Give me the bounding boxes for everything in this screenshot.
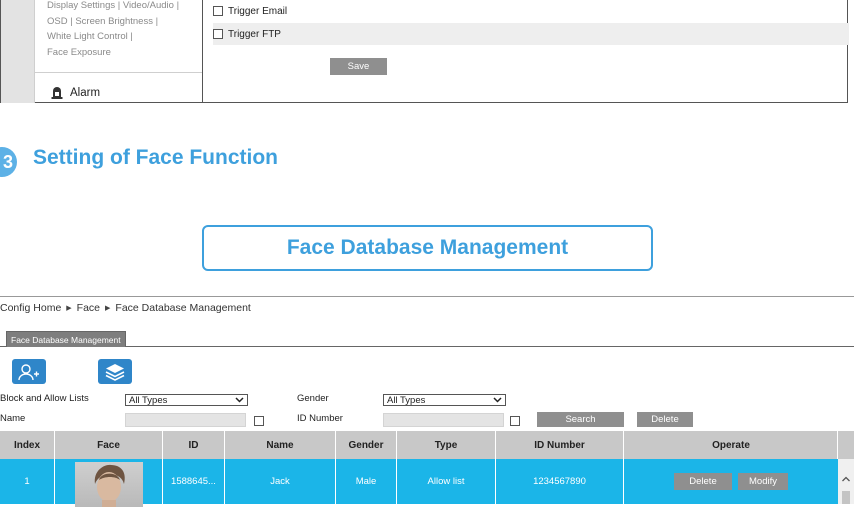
trigger-ftp-checkbox[interactable] — [213, 29, 223, 39]
name-checkbox[interactable] — [254, 416, 264, 426]
divider — [0, 346, 854, 347]
divider — [202, 0, 203, 103]
divider — [35, 72, 203, 73]
sidebar-item-label: Alarm — [70, 86, 101, 99]
divider — [224, 459, 225, 504]
cell-id-number: 1234567890 — [533, 476, 586, 487]
divider — [495, 431, 496, 459]
chevron-up-icon[interactable] — [838, 471, 854, 487]
search-button[interactable]: Search — [537, 412, 624, 427]
cell-id: 1588645... — [171, 476, 216, 487]
cell-index: 1 — [24, 476, 30, 487]
chevron-down-icon — [235, 397, 244, 403]
gender-label: Gender — [297, 393, 329, 404]
section-title: Setting of Face Function — [33, 146, 278, 169]
column-header: Name — [266, 439, 294, 451]
divider — [495, 459, 496, 504]
sidebar-submenu: Display Settings | Video/Audio | OSD | S… — [47, 0, 203, 60]
table-row[interactable]: 1 1588645... Jack Male Allow list 123456… — [0, 459, 838, 507]
face-thumbnail[interactable] — [74, 461, 143, 507]
bulk-import-button[interactable] — [98, 359, 132, 384]
gender-select[interactable]: All Types — [383, 394, 506, 406]
option-trigger-email[interactable]: Trigger Email — [213, 0, 849, 22]
divider — [623, 431, 624, 459]
divider — [54, 459, 55, 504]
sidebar-submenu-line[interactable]: Display Settings | Video/Audio | — [47, 0, 203, 14]
scrollbar-thumb[interactable] — [842, 491, 850, 504]
column-header: Face — [97, 439, 120, 451]
divider — [162, 431, 163, 459]
add-face-button[interactable] — [12, 359, 46, 384]
divider — [0, 296, 854, 297]
sidebar-submenu-line[interactable]: Face Exposure — [47, 45, 203, 61]
alarm-icon — [51, 87, 63, 99]
triangle-right-icon: ▶ — [66, 305, 72, 312]
divider — [335, 459, 336, 504]
feature-title: Face Database Management — [286, 236, 569, 259]
name-input[interactable] — [125, 413, 246, 427]
breadcrumb-item[interactable]: Config Home — [0, 302, 61, 314]
divider — [34, 0, 35, 103]
breadcrumb-item[interactable]: Face — [77, 302, 100, 314]
select-value: All Types — [129, 394, 168, 406]
feature-title-box: Face Database Management — [202, 225, 653, 271]
tab-face-database-management[interactable]: Face Database Management — [6, 331, 126, 347]
table-header: Index Face ID Name Gender Type ID Number… — [0, 431, 854, 459]
breadcrumb-item: Face Database Management — [115, 302, 251, 314]
divider — [162, 459, 163, 504]
add-user-icon — [18, 363, 39, 380]
column-header: Gender — [348, 439, 384, 451]
select-value: All Types — [387, 394, 426, 406]
config-panel: Display Settings | Video/Audio | OSD | S… — [0, 0, 849, 103]
layers-icon — [105, 363, 125, 381]
divider — [396, 459, 397, 504]
divider — [396, 431, 397, 459]
section-number-badge: 3 — [0, 147, 17, 177]
breadcrumb: Config Home ▶ Face ▶ Face Database Manag… — [0, 302, 251, 314]
name-label: Name — [0, 413, 26, 424]
cell-face — [55, 459, 162, 507]
save-button[interactable]: Save — [330, 58, 387, 75]
column-header: ID Number — [534, 439, 585, 451]
list-type-select[interactable]: All Types — [125, 394, 248, 406]
face-photo-icon — [94, 464, 125, 507]
chevron-down-icon — [493, 397, 502, 403]
id-number-label: ID Number — [297, 413, 343, 424]
sidebar-strip — [1, 0, 34, 103]
id-number-input[interactable] — [383, 413, 504, 427]
option-label: Trigger FTP — [228, 28, 281, 40]
sidebar-submenu-line[interactable]: White Light Control | — [47, 29, 203, 45]
column-header: Index — [13, 439, 41, 451]
row-modify-button[interactable]: Modify — [738, 473, 788, 490]
option-label: Trigger Email — [228, 5, 288, 17]
cell-name: Jack — [270, 476, 290, 487]
trigger-email-checkbox[interactable] — [213, 6, 223, 16]
id-number-checkbox[interactable] — [510, 416, 520, 426]
sidebar-item-alarm[interactable]: Alarm — [51, 86, 100, 99]
delete-button[interactable]: Delete — [637, 412, 693, 427]
column-header: Type — [434, 439, 458, 451]
column-header: ID — [188, 439, 199, 451]
divider — [54, 431, 55, 459]
triangle-right-icon: ▶ — [105, 305, 111, 312]
option-trigger-ftp[interactable]: Trigger FTP — [213, 23, 849, 45]
cell-gender: Male — [355, 476, 377, 487]
cell-operate: Delete Modify — [624, 459, 838, 504]
table-scrollbar[interactable] — [838, 459, 854, 504]
divider — [224, 431, 225, 459]
divider — [623, 459, 624, 504]
row-delete-button[interactable]: Delete — [674, 473, 732, 490]
column-header: Operate — [712, 439, 750, 451]
divider — [335, 431, 336, 459]
list-filter-label: Block and Allow Lists — [0, 393, 89, 404]
sidebar-submenu-line[interactable]: OSD | Screen Brightness | — [47, 14, 203, 30]
cell-type: Allow list — [427, 476, 465, 487]
divider — [837, 431, 838, 459]
